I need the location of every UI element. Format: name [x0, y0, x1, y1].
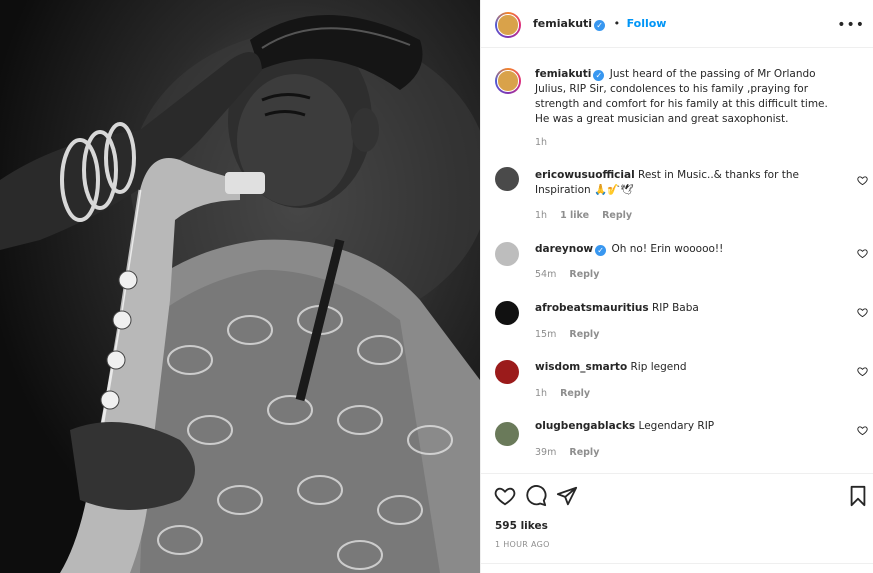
heart-icon[interactable]	[494, 485, 516, 507]
reply-button[interactable]: Reply	[602, 210, 632, 221]
verified-badge-icon: ✓	[594, 20, 606, 31]
comment-text: RIP Baba	[652, 302, 699, 314]
commenter-avatar[interactable]	[495, 167, 519, 191]
verified-badge-icon: ✓	[593, 70, 605, 81]
comment-meta: 1h Reply	[535, 388, 600, 399]
avatar-image	[497, 14, 519, 36]
header-username[interactable]: femiakuti	[533, 17, 592, 30]
reply-button[interactable]: Reply	[569, 329, 599, 340]
comment-meta: 15m Reply	[535, 329, 609, 340]
comment-meta: 54m Reply	[535, 269, 609, 280]
comment-heart-icon[interactable]	[857, 248, 868, 259]
comment-text-block: afrobeatsmauritius RIP Baba	[535, 301, 844, 316]
comment-meta: 39m Reply	[535, 447, 609, 458]
comment-username[interactable]: olugbengablacks	[535, 420, 635, 432]
divider	[481, 563, 873, 573]
comment-username[interactable]: dareynow	[535, 243, 593, 255]
reply-button[interactable]: Reply	[569, 269, 599, 280]
commenter-avatar[interactable]	[495, 360, 519, 384]
reply-button[interactable]: Reply	[560, 388, 590, 399]
comment-text: Oh no! Erin wooooo!!	[611, 243, 724, 255]
header-user-line: femiakuti ✓ • Follow	[533, 17, 666, 31]
bookmark-icon[interactable]	[847, 485, 869, 507]
comment-text: Legendary RIP	[638, 420, 715, 432]
verified-badge-icon: ✓	[595, 245, 607, 256]
saxophonist-photo	[0, 15, 480, 573]
commenter-avatar[interactable]	[495, 242, 519, 266]
comment-time[interactable]: 15m	[535, 329, 556, 340]
comment-time[interactable]: 54m	[535, 269, 556, 280]
caption-meta: 1h	[535, 137, 557, 148]
avatar[interactable]	[495, 12, 521, 38]
comment-username[interactable]: wisdom_smarto	[535, 361, 627, 373]
comment-text-block: ericowusuofficial Rest in Music..& thank…	[535, 168, 844, 198]
caption-time[interactable]: 1h	[535, 137, 547, 148]
comment-text-block: dareynow ✓ Oh no! Erin wooooo!!	[535, 242, 844, 257]
post-header: femiakuti ✓ • Follow •••	[481, 0, 873, 48]
follow-button[interactable]: Follow	[627, 17, 667, 30]
likes-count[interactable]: 595 likes	[495, 520, 548, 532]
commenter-avatar[interactable]	[495, 422, 519, 446]
commenter-avatar[interactable]	[495, 301, 519, 325]
separator-dot: •	[613, 17, 621, 30]
comment-heart-icon[interactable]	[857, 307, 868, 318]
comment-time[interactable]: 1h	[535, 210, 547, 221]
send-icon[interactable]	[556, 485, 578, 507]
caption-avatar-image	[497, 70, 519, 92]
comment-username[interactable]: ericowusuofficial	[535, 169, 635, 181]
comment-username[interactable]: afrobeatsmauritius	[535, 302, 649, 314]
comment-heart-icon[interactable]	[857, 425, 868, 436]
comment-time[interactable]: 39m	[535, 447, 556, 458]
comment-meta: 1h 1 like Reply	[535, 210, 642, 221]
comment-time[interactable]: 1h	[535, 388, 547, 399]
post-photo[interactable]	[0, 0, 480, 573]
post-side-panel: femiakuti ✓ • Follow ••• femiakuti ✓ Just …	[480, 0, 873, 573]
comment-text: Rip legend	[630, 361, 687, 373]
caption-username[interactable]: femiakuti	[535, 68, 591, 80]
caption-text-block: femiakuti ✓ Just heard of the passing of …	[535, 67, 844, 127]
comment-text-block: wisdom_smarto Rip legend	[535, 360, 844, 375]
comment-heart-icon[interactable]	[857, 175, 868, 186]
comment-likes[interactable]: 1 like	[560, 210, 589, 221]
comment-text-block: olugbengablacks Legendary RIP	[535, 419, 844, 434]
comment-icon[interactable]	[525, 485, 547, 507]
caption-avatar[interactable]	[495, 68, 521, 94]
post-age[interactable]: 1 HOUR AGO	[495, 540, 550, 549]
post-actions: 595 likes 1 HOUR AGO	[481, 473, 873, 573]
more-horizontal-icon[interactable]: •••	[837, 17, 865, 33]
reply-button[interactable]: Reply	[569, 447, 599, 458]
instagram-post: femiakuti ✓ • Follow ••• femiakuti ✓ Just …	[0, 0, 873, 573]
comment-heart-icon[interactable]	[857, 366, 868, 377]
